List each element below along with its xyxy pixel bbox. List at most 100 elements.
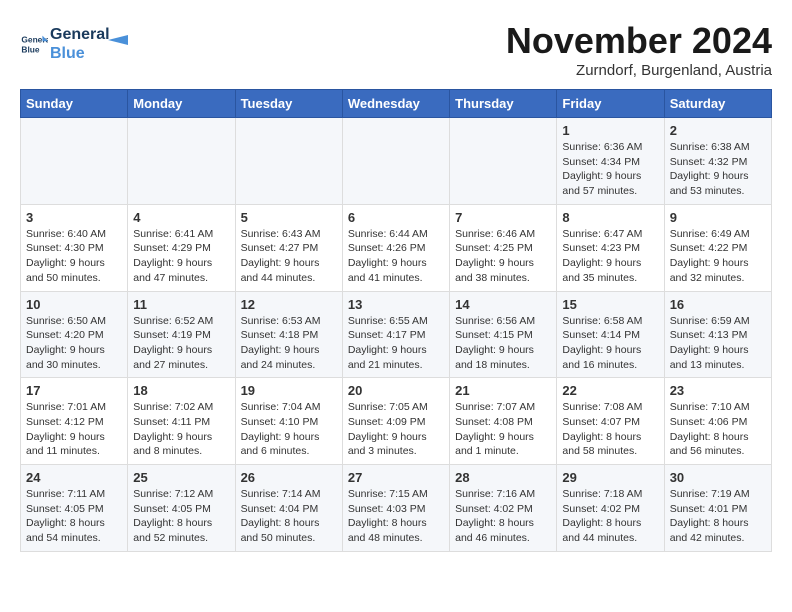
- day-info: Sunrise: 7:05 AM Sunset: 4:09 PM Dayligh…: [348, 400, 444, 459]
- day-info: Sunrise: 7:16 AM Sunset: 4:02 PM Dayligh…: [455, 487, 551, 546]
- day-info: Sunrise: 7:18 AM Sunset: 4:02 PM Dayligh…: [562, 487, 658, 546]
- calendar-cell: 12 Sunrise: 6:53 AM Sunset: 4:18 PM Dayli…: [235, 291, 342, 378]
- calendar-cell: [128, 118, 235, 205]
- calendar-cell: [21, 118, 128, 205]
- calendar-cell: 20 Sunrise: 7:05 AM Sunset: 4:09 PM Dayli…: [342, 378, 449, 465]
- day-number: 14: [455, 297, 551, 312]
- calendar-cell: 1 Sunrise: 6:36 AM Sunset: 4:34 PM Daylig…: [557, 118, 664, 205]
- logo-line1: General: [50, 25, 110, 44]
- logo-flag-icon: [108, 30, 128, 50]
- calendar-cell: 29 Sunrise: 7:18 AM Sunset: 4:02 PM Dayli…: [557, 465, 664, 552]
- day-number: 8: [562, 210, 658, 225]
- day-info: Sunrise: 6:55 AM Sunset: 4:17 PM Dayligh…: [348, 314, 444, 373]
- day-number: 27: [348, 470, 444, 485]
- day-number: 7: [455, 210, 551, 225]
- day-number: 10: [26, 297, 122, 312]
- day-number: 22: [562, 383, 658, 398]
- calendar-cell: 24 Sunrise: 7:11 AM Sunset: 4:05 PM Dayli…: [21, 465, 128, 552]
- day-number: 3: [26, 210, 122, 225]
- day-number: 23: [670, 383, 766, 398]
- calendar-cell: 6 Sunrise: 6:44 AM Sunset: 4:26 PM Daylig…: [342, 204, 449, 291]
- day-info: Sunrise: 7:08 AM Sunset: 4:07 PM Dayligh…: [562, 400, 658, 459]
- calendar-cell: [235, 118, 342, 205]
- header-thursday: Thursday: [450, 90, 557, 118]
- calendar-cell: [450, 118, 557, 205]
- day-info: Sunrise: 6:44 AM Sunset: 4:26 PM Dayligh…: [348, 227, 444, 286]
- day-info: Sunrise: 6:47 AM Sunset: 4:23 PM Dayligh…: [562, 227, 658, 286]
- calendar-table: SundayMondayTuesdayWednesdayThursdayFrid…: [20, 89, 772, 552]
- day-number: 24: [26, 470, 122, 485]
- day-info: Sunrise: 6:43 AM Sunset: 4:27 PM Dayligh…: [241, 227, 337, 286]
- calendar-cell: 10 Sunrise: 6:50 AM Sunset: 4:20 PM Dayli…: [21, 291, 128, 378]
- week-row-5: 24 Sunrise: 7:11 AM Sunset: 4:05 PM Dayli…: [21, 465, 772, 552]
- day-info: Sunrise: 6:53 AM Sunset: 4:18 PM Dayligh…: [241, 314, 337, 373]
- day-info: Sunrise: 6:58 AM Sunset: 4:14 PM Dayligh…: [562, 314, 658, 373]
- day-number: 5: [241, 210, 337, 225]
- day-number: 15: [562, 297, 658, 312]
- day-info: Sunrise: 7:11 AM Sunset: 4:05 PM Dayligh…: [26, 487, 122, 546]
- day-number: 17: [26, 383, 122, 398]
- day-number: 11: [133, 297, 229, 312]
- day-info: Sunrise: 7:01 AM Sunset: 4:12 PM Dayligh…: [26, 400, 122, 459]
- calendar-cell: 30Sunrise: 7:19 AM Sunset: 4:01 PM Dayli…: [664, 465, 771, 552]
- day-number: 1: [562, 123, 658, 138]
- day-number: 28: [455, 470, 551, 485]
- calendar-cell: 19 Sunrise: 7:04 AM Sunset: 4:10 PM Dayli…: [235, 378, 342, 465]
- day-info: Sunrise: 6:59 AM Sunset: 4:13 PM Dayligh…: [670, 314, 766, 373]
- calendar-cell: 28 Sunrise: 7:16 AM Sunset: 4:02 PM Dayli…: [450, 465, 557, 552]
- day-info: Sunrise: 7:14 AM Sunset: 4:04 PM Dayligh…: [241, 487, 337, 546]
- day-number: 13: [348, 297, 444, 312]
- header-friday: Friday: [557, 90, 664, 118]
- day-info: Sunrise: 7:12 AM Sunset: 4:05 PM Dayligh…: [133, 487, 229, 546]
- calendar-cell: 5 Sunrise: 6:43 AM Sunset: 4:27 PM Daylig…: [235, 204, 342, 291]
- calendar-body: 1 Sunrise: 6:36 AM Sunset: 4:34 PM Daylig…: [21, 118, 772, 552]
- day-info: Sunrise: 7:04 AM Sunset: 4:10 PM Dayligh…: [241, 400, 337, 459]
- week-row-1: 1 Sunrise: 6:36 AM Sunset: 4:34 PM Daylig…: [21, 118, 772, 205]
- calendar-cell: 2Sunrise: 6:38 AM Sunset: 4:32 PM Daylig…: [664, 118, 771, 205]
- day-number: 26: [241, 470, 337, 485]
- calendar-cell: 11Sunrise: 6:52 AM Sunset: 4:19 PM Dayli…: [128, 291, 235, 378]
- day-info: Sunrise: 6:36 AM Sunset: 4:34 PM Dayligh…: [562, 140, 658, 199]
- day-info: Sunrise: 6:41 AM Sunset: 4:29 PM Dayligh…: [133, 227, 229, 286]
- day-number: 21: [455, 383, 551, 398]
- calendar-cell: [342, 118, 449, 205]
- day-info: Sunrise: 6:56 AM Sunset: 4:15 PM Dayligh…: [455, 314, 551, 373]
- calendar-cell: 25 Sunrise: 7:12 AM Sunset: 4:05 PM Dayli…: [128, 465, 235, 552]
- week-row-4: 17 Sunrise: 7:01 AM Sunset: 4:12 PM Dayli…: [21, 378, 772, 465]
- day-number: 29: [562, 470, 658, 485]
- page-header: General Blue General Blue November 2024 …: [20, 20, 772, 79]
- calendar-cell: 18 Sunrise: 7:02 AM Sunset: 4:11 PM Dayli…: [128, 378, 235, 465]
- day-info: Sunrise: 6:46 AM Sunset: 4:25 PM Dayligh…: [455, 227, 551, 286]
- calendar-cell: 13 Sunrise: 6:55 AM Sunset: 4:17 PM Dayli…: [342, 291, 449, 378]
- calendar-cell: 17 Sunrise: 7:01 AM Sunset: 4:12 PM Dayli…: [21, 378, 128, 465]
- day-info: Sunrise: 7:15 AM Sunset: 4:03 PM Dayligh…: [348, 487, 444, 546]
- day-number: 6: [348, 210, 444, 225]
- day-number: 19: [241, 383, 337, 398]
- week-row-2: 3Sunrise: 6:40 AM Sunset: 4:30 PM Daylig…: [21, 204, 772, 291]
- day-info: Sunrise: 6:50 AM Sunset: 4:20 PM Dayligh…: [26, 314, 122, 373]
- logo-icon: General Blue: [20, 30, 48, 58]
- day-info: Sunrise: 6:38 AM Sunset: 4:32 PM Dayligh…: [670, 140, 766, 199]
- calendar-cell: 8 Sunrise: 6:47 AM Sunset: 4:23 PM Daylig…: [557, 204, 664, 291]
- header-row: SundayMondayTuesdayWednesdayThursdayFrid…: [21, 90, 772, 118]
- day-number: 18: [133, 383, 229, 398]
- day-info: Sunrise: 7:02 AM Sunset: 4:11 PM Dayligh…: [133, 400, 229, 459]
- header-tuesday: Tuesday: [235, 90, 342, 118]
- calendar-cell: 3Sunrise: 6:40 AM Sunset: 4:30 PM Daylig…: [21, 204, 128, 291]
- calendar-cell: 27 Sunrise: 7:15 AM Sunset: 4:03 PM Dayli…: [342, 465, 449, 552]
- day-info: Sunrise: 7:19 AM Sunset: 4:01 PM Dayligh…: [670, 487, 766, 546]
- day-number: 25: [133, 470, 229, 485]
- logo-line2: Blue: [50, 44, 110, 63]
- location-subtitle: Zurndorf, Burgenland, Austria: [506, 62, 772, 79]
- day-info: Sunrise: 7:07 AM Sunset: 4:08 PM Dayligh…: [455, 400, 551, 459]
- logo: General Blue General Blue: [20, 25, 128, 63]
- calendar-header: SundayMondayTuesdayWednesdayThursdayFrid…: [21, 90, 772, 118]
- day-number: 9: [670, 210, 766, 225]
- calendar-cell: 16Sunrise: 6:59 AM Sunset: 4:13 PM Dayli…: [664, 291, 771, 378]
- day-number: 12: [241, 297, 337, 312]
- calendar-cell: 15 Sunrise: 6:58 AM Sunset: 4:14 PM Dayli…: [557, 291, 664, 378]
- header-wednesday: Wednesday: [342, 90, 449, 118]
- calendar-cell: 4 Sunrise: 6:41 AM Sunset: 4:29 PM Daylig…: [128, 204, 235, 291]
- day-number: 20: [348, 383, 444, 398]
- day-number: 4: [133, 210, 229, 225]
